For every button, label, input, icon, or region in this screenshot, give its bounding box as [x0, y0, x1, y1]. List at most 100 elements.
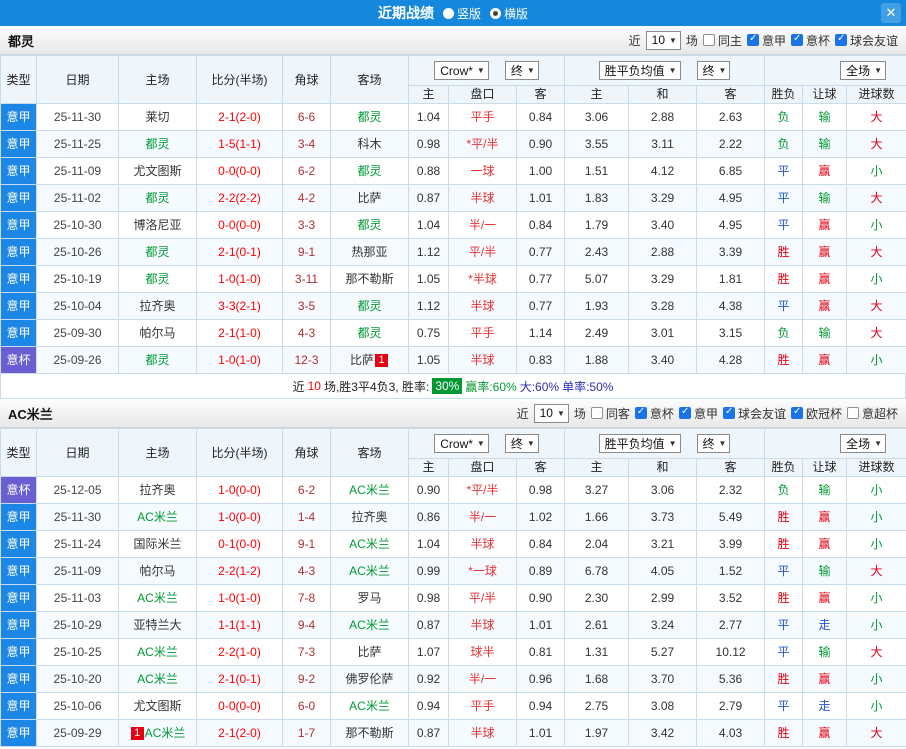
close-button[interactable]: ✕	[881, 3, 901, 23]
cell-corners: 1-7	[282, 719, 331, 747]
team-link[interactable]: 科木	[357, 137, 381, 151]
cell-home-team: 都灵	[118, 130, 197, 158]
team-link[interactable]: AC米兰	[349, 537, 390, 551]
matches-table: 类型 日期 主场 比分(半场) 角球 客场 Crow* ▼ 终 ▼ 胜平负均值 ▼ 终 ▼ 全场 ▼ 主盘口客主…	[0, 55, 906, 374]
sub-col-header: 客	[515, 85, 566, 104]
filter-checkbox-item[interactable]: 同主	[702, 32, 742, 49]
team-link[interactable]: 亚特兰大	[133, 618, 181, 632]
col-header: 日期	[36, 55, 119, 104]
avg-type-select[interactable]: 胜平负均值 ▼	[598, 61, 681, 80]
filter-checkbox-item[interactable]: 意杯	[790, 32, 830, 49]
scope-select[interactable]: 全场 ▼	[840, 434, 887, 453]
sub-col-header: 和	[628, 458, 698, 477]
team-link[interactable]: AC米兰	[137, 645, 178, 659]
filter-checkbox-item[interactable]: 同客	[590, 405, 630, 422]
filter-checkbox-item[interactable]: 欧冠杯	[790, 405, 842, 422]
cell-score: 2-1(2-0)	[196, 719, 283, 747]
team-link[interactable]: 都灵	[145, 245, 169, 259]
cell-score: 2-1(0-1)	[196, 665, 283, 693]
cell-result: 胜	[764, 530, 804, 558]
bookmaker-select[interactable]: Crow* ▼	[434, 61, 489, 80]
team-link[interactable]: AC米兰	[137, 672, 178, 686]
cell-corners: 12-3	[282, 346, 331, 374]
final-odds-select[interactable]: 终 ▼	[504, 61, 539, 80]
team-link[interactable]: AC米兰	[349, 564, 390, 578]
cell-handicap: 球半	[448, 638, 517, 666]
cell-handicap: 平/半	[448, 238, 517, 266]
team-link[interactable]: 尤文图斯	[133, 164, 181, 178]
cell-away-team: 比萨 1	[330, 346, 409, 374]
team-link[interactable]: 国际米兰	[133, 537, 181, 551]
team-link[interactable]: 帕尔马	[139, 326, 175, 340]
col-header: 客场	[330, 428, 409, 477]
team-link[interactable]: 都灵	[145, 353, 169, 367]
team-link[interactable]: AC米兰	[349, 483, 390, 497]
match-count-select[interactable]: 10 ▼	[533, 403, 569, 423]
team-link[interactable]: 都灵	[357, 110, 381, 124]
cell-odds-away: 0.84	[515, 103, 566, 131]
team-link[interactable]: 都灵	[145, 191, 169, 205]
team-link[interactable]: 比萨	[357, 191, 381, 205]
team-link[interactable]: 那不勒斯	[345, 726, 393, 740]
team-link[interactable]: 都灵	[357, 299, 381, 313]
team-link[interactable]: 佛罗伦萨	[345, 672, 393, 686]
cell-handicap: 半/一	[448, 503, 517, 531]
team-link[interactable]: 帕尔马	[139, 564, 175, 578]
team-link[interactable]: 都灵	[357, 218, 381, 232]
cell-handicap: *平/半	[448, 476, 517, 504]
team-link[interactable]: AC米兰	[145, 726, 186, 740]
avg-type-select[interactable]: 胜平负均值 ▼	[598, 434, 681, 453]
filter-checkbox-item[interactable]: 意超杯	[846, 405, 898, 422]
team-link[interactable]: 热那亚	[351, 245, 387, 259]
team-link[interactable]: 博洛尼亚	[133, 218, 181, 232]
cell-home-team: 帕尔马	[118, 319, 197, 347]
layout-radio-horizontal[interactable]: 横版	[490, 5, 528, 22]
filter-checkbox-item[interactable]: 意甲	[678, 405, 718, 422]
team-link[interactable]: AC米兰	[137, 591, 178, 605]
team-link[interactable]: 比萨	[350, 353, 374, 367]
cell-away-team: 热那亚	[330, 238, 409, 266]
team-link[interactable]: 拉齐奥	[139, 483, 175, 497]
filter-checkbox-item[interactable]: 意甲	[746, 32, 786, 49]
filter-checkbox-item[interactable]: 球会友谊	[722, 405, 786, 422]
cell-avg-draw: 3.42	[628, 719, 698, 747]
filter-checkbox-item[interactable]: 球会友谊	[834, 32, 898, 49]
cell-goals-result: 小	[846, 503, 906, 531]
team-link[interactable]: AC米兰	[349, 618, 390, 632]
match-count-select[interactable]: 10 ▼	[645, 30, 681, 50]
team-link[interactable]: 都灵	[145, 137, 169, 151]
team-link[interactable]: 尤文图斯	[133, 699, 181, 713]
layout-radio-vertical[interactable]: 竖版	[442, 5, 481, 22]
cell-date: 25-10-20	[36, 665, 119, 693]
col-header: 主场	[118, 428, 197, 477]
team-link[interactable]: 都灵	[357, 164, 381, 178]
team-link[interactable]: 拉齐奥	[139, 299, 175, 313]
team-link[interactable]: AC米兰	[349, 699, 390, 713]
team-link[interactable]: 莱切	[145, 110, 169, 124]
cell-avg-home: 3.06	[564, 103, 630, 131]
scope-select[interactable]: 全场 ▼	[840, 61, 887, 80]
filter-checkbox-item[interactable]: 意杯	[634, 405, 674, 422]
final-avg-select[interactable]: 终 ▼	[696, 434, 731, 453]
checkbox-icon	[746, 33, 759, 46]
cell-handicap: 半球	[448, 719, 517, 747]
team-bar: AC米兰 近 10▼ 场 同客 意杯 意甲 球会友谊 欧冠杯 意超杯	[0, 399, 906, 428]
final-avg-select[interactable]: 终 ▼	[696, 61, 731, 80]
team-link[interactable]: 比萨	[357, 645, 381, 659]
cell-away-team: 都灵	[330, 103, 409, 131]
bookmaker-select[interactable]: Crow* ▼	[434, 434, 489, 453]
team-link[interactable]: AC米兰	[137, 510, 178, 524]
cell-goals-result: 小	[846, 346, 906, 374]
match-row: 意甲 25-09-30 帕尔马 2-1(1-0) 4-3 都灵 0.75 平手 1.14 2.49…	[0, 319, 906, 347]
cell-result: 平	[764, 692, 804, 720]
team-link[interactable]: 那不勒斯	[345, 272, 393, 286]
cell-home-team: 帕尔马	[118, 557, 197, 585]
chevron-down-icon: ▼	[718, 439, 727, 448]
cell-odds-away: 0.90	[515, 584, 566, 612]
team-link[interactable]: 都灵	[357, 326, 381, 340]
team-link[interactable]: 拉齐奥	[351, 510, 387, 524]
team-link[interactable]: 罗马	[357, 591, 381, 605]
final-odds-select[interactable]: 终 ▼	[504, 434, 539, 453]
team-link[interactable]: 都灵	[145, 272, 169, 286]
cell-avg-away: 4.95	[696, 211, 766, 239]
